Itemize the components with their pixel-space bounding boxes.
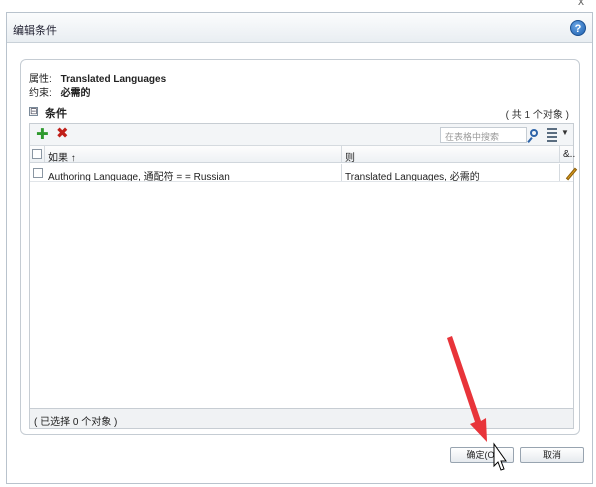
edit-condition-dialog: 编辑条件 ? 属性: Translated Languages 约束: 必需的 … xyxy=(6,12,593,484)
dialog-titlebar: 编辑条件 ? xyxy=(7,13,592,43)
column-then[interactable]: 则 xyxy=(342,146,560,162)
table-toolbar: ✚ ✖ 在表格中搜索 ▼ xyxy=(30,124,573,146)
chevron-down-icon[interactable]: ▼ xyxy=(561,128,569,137)
delete-icon[interactable]: ✖ xyxy=(56,126,69,141)
column-if[interactable]: 如果 ↑ xyxy=(45,146,342,162)
object-count: ( 共 1 个对象 ) xyxy=(505,110,569,121)
select-all-checkbox[interactable] xyxy=(32,149,42,159)
conditions-table: ✚ ✖ 在表格中搜索 ▼ 如果 ↑ 则 &... Authoring Langu… xyxy=(29,123,578,409)
window-close-icon[interactable]: x xyxy=(578,0,584,8)
add-icon[interactable]: ✚ xyxy=(36,127,49,142)
row-if-cell: Authoring Language, 通配符 = = Russian xyxy=(45,164,342,181)
edit-pencil-icon[interactable] xyxy=(565,167,578,181)
constraint-line: 约束: 必需的 xyxy=(29,84,91,99)
help-icon[interactable]: ? xyxy=(570,20,586,36)
condition-panel: 属性: Translated Languages 约束: 必需的 ⊟ 条件 ( … xyxy=(20,59,580,435)
row-checkbox[interactable] xyxy=(33,168,43,178)
table-row[interactable]: Authoring Language, 通配符 = = Russian Tran… xyxy=(30,164,578,182)
dialog-title: 编辑条件 xyxy=(13,25,57,37)
columns-icon[interactable] xyxy=(546,126,558,143)
search-icon[interactable] xyxy=(527,127,542,143)
ok-button[interactable]: 确定(O) xyxy=(450,447,514,463)
table-search-input[interactable]: 在表格中搜索 xyxy=(440,127,527,143)
selection-status: ( 已选择 0 个对象 ) xyxy=(29,409,574,429)
constraint-label: 约束: xyxy=(29,88,52,99)
select-all-cell xyxy=(30,146,45,162)
collapse-toggle-icon[interactable]: ⊟ xyxy=(29,107,38,116)
section-title: 条件 xyxy=(45,108,67,120)
row-then-cell: Translated Languages, 必需的 xyxy=(342,164,560,181)
constraint-value: 必需的 xyxy=(60,88,91,99)
conditions-section-header: ⊟ 条件 ( 共 1 个对象 ) xyxy=(29,104,571,121)
table-header: 如果 ↑ 则 &... xyxy=(30,146,575,163)
column-actions[interactable]: &... xyxy=(560,146,575,162)
cancel-button[interactable]: 取消 xyxy=(520,447,584,463)
table-empty-area xyxy=(30,183,573,408)
property-line: 属性: Translated Languages xyxy=(29,70,166,85)
